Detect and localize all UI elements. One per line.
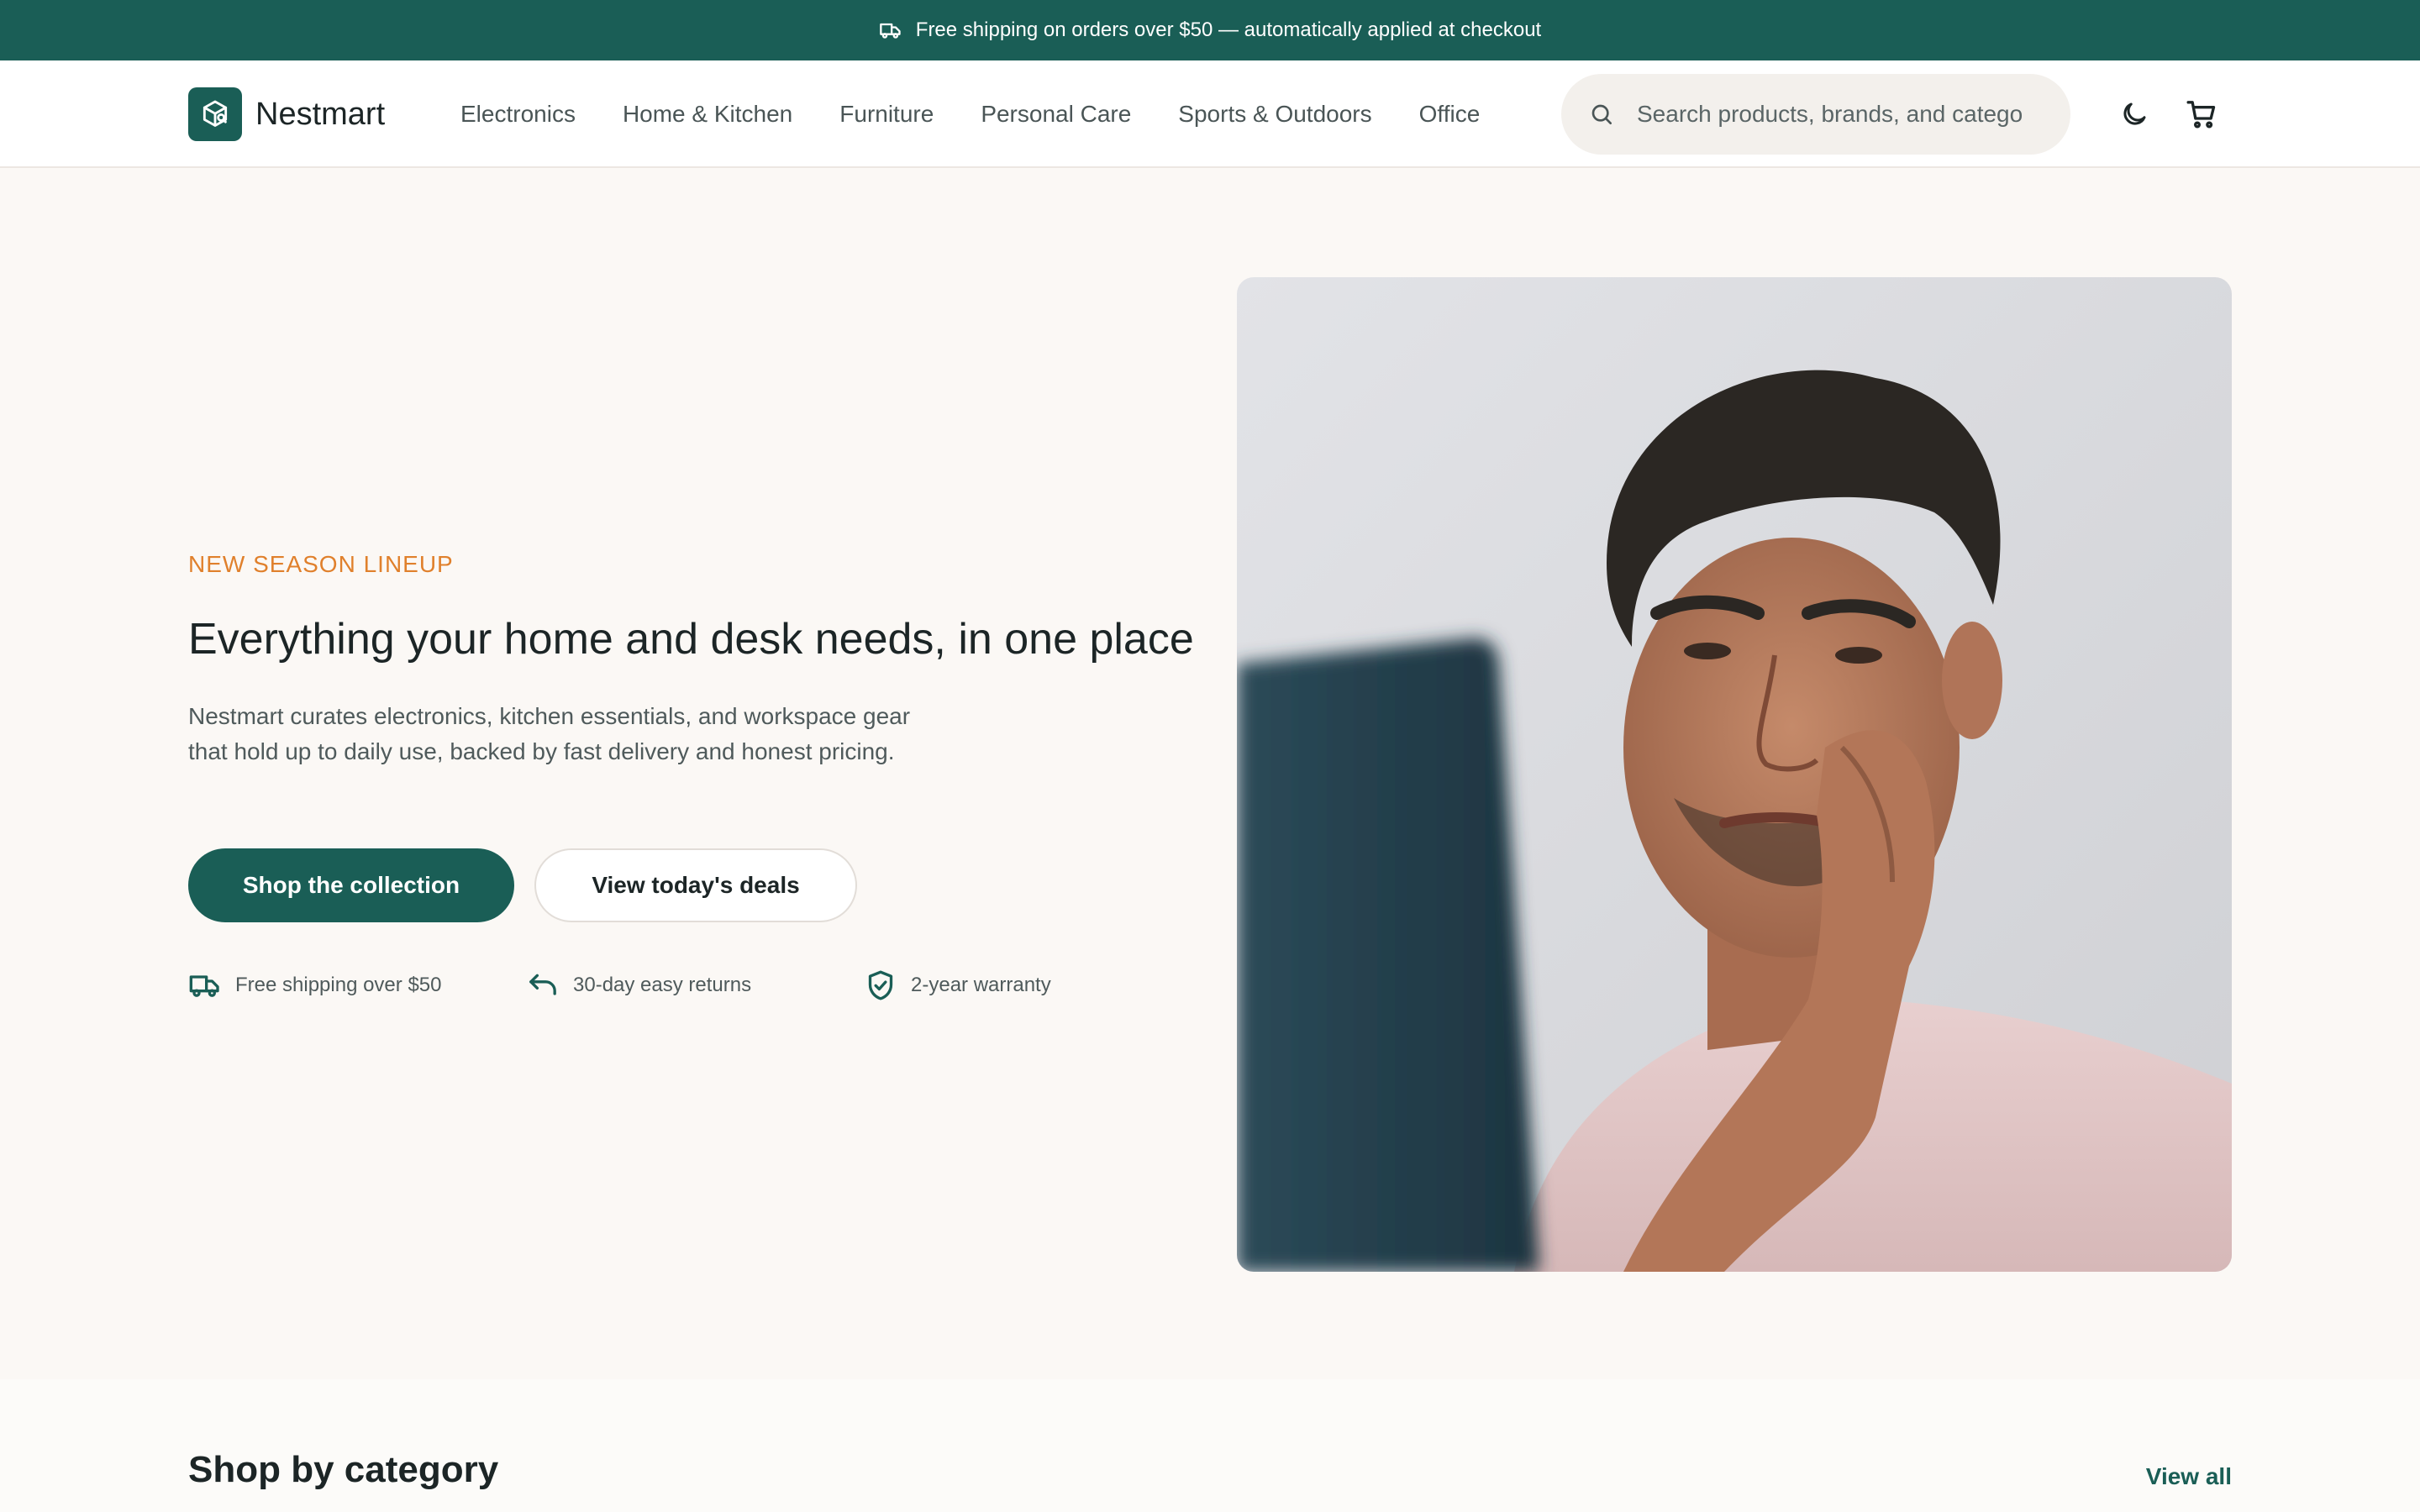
hero-title: Everything your home and desk needs, in … [188, 615, 1194, 664]
view-deals-button[interactable]: View today's deals [534, 848, 857, 922]
search-bar[interactable] [1561, 74, 2070, 155]
category-nav: Electronics Home & Kitchen Furniture Per… [460, 94, 1480, 134]
moon-icon[interactable] [2114, 94, 2154, 134]
perk-label: 30-day easy returns [573, 974, 752, 996]
return-arrow-icon [526, 969, 560, 1002]
perk-label: Free shipping over $50 [235, 974, 442, 996]
perk-label: 2-year warranty [911, 974, 1051, 996]
perk-free-shipping: Free shipping over $50 [188, 969, 526, 1002]
nav-link-furniture[interactable]: Furniture [839, 94, 934, 134]
main-header: Nestmart Electronics Home & Kitchen Furn… [0, 60, 2420, 168]
announcement-text: Free shipping on orders over $50 — autom… [915, 18, 1542, 41]
nav-link-personal-care[interactable]: Personal Care [981, 94, 1131, 134]
view-all-link[interactable]: View all [2146, 1460, 2232, 1494]
shop-by-category-section: Shop by category View all [0, 1379, 2420, 1512]
cart-icon[interactable] [2181, 94, 2222, 134]
nav-link-electronics[interactable]: Electronics [460, 94, 576, 134]
shop-collection-button[interactable]: Shop the collection [188, 848, 514, 922]
box-logo-icon[interactable] [188, 87, 242, 141]
truck-icon [879, 18, 902, 42]
nav-link-office[interactable]: Office [1419, 94, 1481, 134]
hero-cta-row: Shop the collection View today's deals [188, 848, 857, 922]
announcement-bar: Free shipping on orders over $50 — autom… [0, 0, 2420, 60]
hero-perks: Free shipping over $50 30-day easy retur… [188, 968, 1051, 1003]
hero-photo [1237, 277, 2232, 1272]
brand-name[interactable]: Nestmart [255, 94, 385, 134]
hero-copy: NEW SEASON LINEUP Everything your home a… [188, 546, 1197, 769]
hero-image [1237, 277, 2232, 1272]
nav-link-home-kitchen[interactable]: Home & Kitchen [623, 94, 792, 134]
nav-link-sports-outdoors[interactable]: Sports & Outdoors [1178, 94, 1371, 134]
search-input[interactable] [1637, 101, 2023, 128]
shield-check-icon [864, 969, 897, 1002]
hero-subtitle: Nestmart curates electronics, kitchen es… [188, 703, 911, 764]
perk-returns: 30-day easy returns [526, 969, 864, 1002]
section-title: Shop by category [188, 1449, 499, 1490]
hero-eyebrow: NEW SEASON LINEUP [188, 551, 454, 577]
search-icon [1588, 101, 1615, 128]
perk-warranty: 2-year warranty [864, 969, 1051, 1002]
truck-icon [188, 969, 222, 1002]
